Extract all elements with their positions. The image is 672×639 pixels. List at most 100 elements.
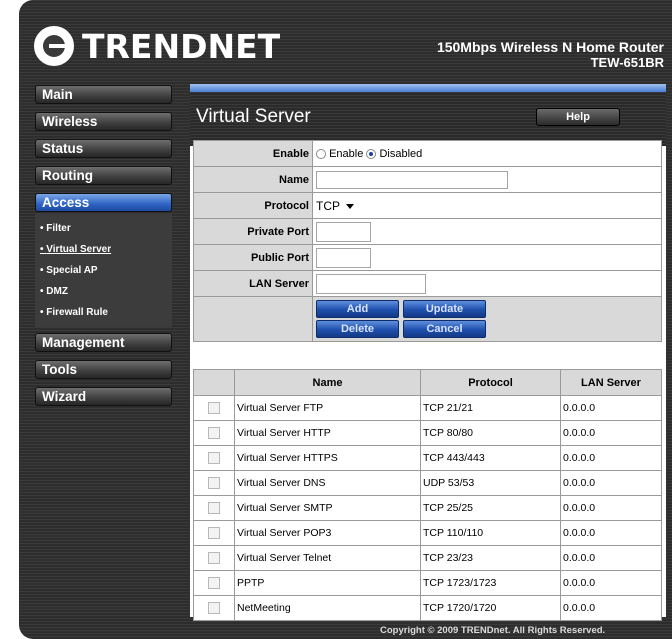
nav-status[interactable]: Status [35, 139, 172, 158]
name-input[interactable] [316, 170, 508, 189]
public-port-input[interactable] [316, 247, 371, 268]
subnav-special-ap[interactable]: • Special AP [35, 260, 172, 281]
row-name: Virtual Server POP3 [234, 520, 421, 546]
enable-label: Enable [193, 140, 313, 167]
subnav-label: DMZ [46, 286, 68, 297]
page-title: Virtual Server [196, 106, 311, 127]
subnav-filter[interactable]: • Filter [35, 218, 172, 239]
logo-text: TRENDNET [82, 26, 281, 66]
row-lan-server: 0.0.0.0 [560, 395, 662, 421]
header-check [193, 369, 235, 396]
subnav-firewall-rule[interactable]: • Firewall Rule [35, 302, 172, 323]
row-lan-server: 0.0.0.0 [560, 445, 662, 471]
content-top-bar [190, 84, 666, 92]
row-name: NetMeeting [234, 595, 421, 621]
help-button[interactable]: Help [536, 108, 620, 126]
update-button[interactable]: Update [403, 300, 486, 318]
nav-main[interactable]: Main [35, 85, 172, 104]
nav-wizard[interactable]: Wizard [35, 387, 172, 406]
protocol-value: TCP [316, 198, 340, 213]
row-protocol: TCP 110/110 [420, 520, 561, 546]
subnav-label: Filter [46, 223, 71, 234]
title-bar: Virtual Server Help [190, 92, 666, 146]
row-checkbox[interactable] [208, 427, 220, 440]
row-lan-server: 0.0.0.0 [560, 595, 662, 621]
private-port-input[interactable] [316, 221, 371, 242]
protocol-select[interactable]: TCP [316, 199, 354, 213]
nav-access[interactable]: Access [35, 193, 172, 212]
row-protocol: TCP 21/21 [420, 395, 561, 421]
row-lan-server: 0.0.0.0 [560, 545, 662, 571]
nav-tools[interactable]: Tools [35, 360, 172, 379]
row-lan-server: 0.0.0.0 [560, 520, 662, 546]
row-name: Virtual Server HTTPS [234, 445, 421, 471]
header-lan-server: LAN Server [560, 369, 662, 396]
trendnet-logo-icon [34, 26, 74, 66]
table-row: Virtual Server DNS UDP 53/53 0.0.0.0 [193, 470, 662, 496]
row-lan-server: 0.0.0.0 [560, 495, 662, 521]
nav-management[interactable]: Management [35, 333, 172, 352]
model-number: TEW-651BR [590, 55, 664, 70]
button-area-label [193, 296, 313, 342]
trendnet-logo: TRENDNET [34, 24, 280, 68]
row-protocol: TCP 80/80 [420, 420, 561, 446]
chevron-down-icon [346, 203, 354, 209]
row-checkbox[interactable] [208, 527, 220, 540]
access-submenu: • Filter • Virtual Server • Special AP •… [35, 214, 172, 327]
subnav-virtual-server[interactable]: • Virtual Server [35, 239, 172, 260]
enable-option-label: Enable [329, 147, 364, 160]
table-row: Virtual Server POP3 TCP 110/110 0.0.0.0 [193, 520, 662, 546]
row-name: Virtual Server HTTP [234, 420, 421, 446]
add-button[interactable]: Add [316, 300, 399, 318]
virtual-server-table: Name Protocol LAN Server Virtual Server … [193, 369, 662, 621]
row-checkbox[interactable] [208, 552, 220, 565]
public-port-label: Public Port [193, 244, 313, 271]
protocol-label: Protocol [193, 192, 313, 219]
virtual-server-form: Enable Enable Disabled Name Protocol TCP… [193, 140, 662, 342]
row-protocol: TCP 1720/1720 [420, 595, 561, 621]
row-checkbox[interactable] [208, 402, 220, 415]
row-name: PPTP [234, 570, 421, 596]
table-row: Virtual Server FTP TCP 21/21 0.0.0.0 [193, 395, 662, 421]
table-row: Virtual Server Telnet TCP 23/23 0.0.0.0 [193, 545, 662, 571]
subnav-label: Firewall Rule [46, 307, 108, 318]
row-checkbox[interactable] [208, 452, 220, 465]
row-checkbox[interactable] [208, 477, 220, 490]
private-port-label: Private Port [193, 218, 313, 245]
subnav-dmz[interactable]: • DMZ [35, 281, 172, 302]
row-lan-server: 0.0.0.0 [560, 570, 662, 596]
disabled-radio[interactable] [366, 148, 377, 159]
table-row: PPTP TCP 1723/1723 0.0.0.0 [193, 570, 662, 596]
row-protocol: TCP 1723/1723 [420, 570, 561, 596]
enable-radio[interactable] [316, 148, 326, 159]
name-label: Name [193, 166, 313, 193]
row-name: Virtual Server SMTP [234, 495, 421, 521]
row-name: Virtual Server Telnet [234, 545, 421, 571]
row-lan-server: 0.0.0.0 [560, 470, 662, 496]
delete-button[interactable]: Delete [316, 320, 399, 338]
row-lan-server: 0.0.0.0 [560, 420, 662, 446]
table-row: Virtual Server SMTP TCP 25/25 0.0.0.0 [193, 495, 662, 521]
action-buttons: Add Update Delete Cancel [312, 296, 662, 342]
subnav-label: Virtual Server [46, 244, 112, 255]
cancel-button[interactable]: Cancel [403, 320, 486, 338]
lan-server-input[interactable] [316, 273, 426, 294]
row-protocol: TCP 23/23 [420, 545, 561, 571]
row-checkbox[interactable] [208, 602, 220, 615]
row-name: Virtual Server DNS [234, 470, 421, 496]
lan-server-label: LAN Server [193, 270, 313, 297]
header-name: Name [234, 369, 421, 396]
disabled-option-label: Disabled [379, 147, 423, 160]
content-panel: Virtual Server Help Enable Enable Disabl… [190, 84, 666, 621]
product-name: 150Mbps Wireless N Home Router [436, 39, 664, 55]
table-row: NetMeeting TCP 1720/1720 0.0.0.0 [193, 595, 662, 621]
row-checkbox[interactable] [208, 577, 220, 590]
product-header: 150Mbps Wireless N Home Router TEW-651BR [436, 39, 664, 71]
nav-routing[interactable]: Routing [35, 166, 172, 185]
header-protocol: Protocol [420, 369, 561, 396]
nav-wireless[interactable]: Wireless [35, 112, 172, 131]
table-row: Virtual Server HTTP TCP 80/80 0.0.0.0 [193, 420, 662, 446]
row-checkbox[interactable] [208, 502, 220, 515]
copyright-text: Copyright © 2009 TRENDnet. All Rights Re… [380, 625, 606, 636]
sidebar-nav: Main Wireless Status Routing Access • Fi… [35, 85, 172, 414]
